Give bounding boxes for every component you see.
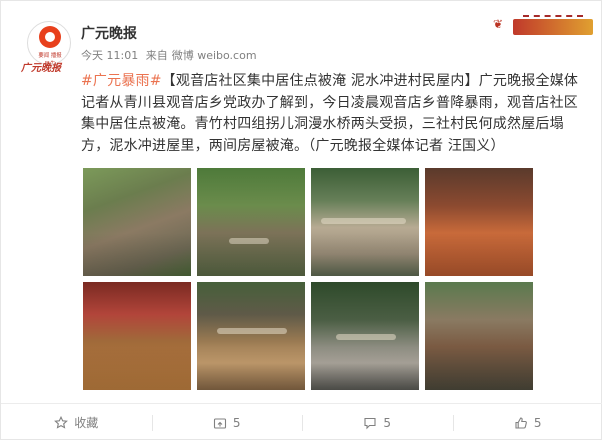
comment-button[interactable]: 5 xyxy=(302,404,453,440)
avatar-brand-script: 广元晚报 xyxy=(21,63,61,74)
photo-thumbnail[interactable] xyxy=(425,282,533,390)
favorite-label: 收藏 xyxy=(74,416,99,430)
banner-bar xyxy=(513,19,593,35)
great-wall-banner: ❦ xyxy=(479,7,597,41)
photo-thumbnail[interactable] xyxy=(311,282,419,390)
source-prefix: 来自 xyxy=(145,49,168,62)
comment-count: 5 xyxy=(383,415,392,430)
post-text: #广元暴雨#【观音店社区集中居住点被淹 泥水冲进村民屋内】广元晚报全媒体记者从青… xyxy=(81,71,586,157)
photo-thumbnail[interactable] xyxy=(197,282,305,390)
repost-count: 5 xyxy=(232,415,241,430)
photo-thumbnail[interactable] xyxy=(83,168,191,276)
star-icon xyxy=(54,415,69,430)
photo-thumbnail[interactable] xyxy=(311,168,419,276)
action-bar: 收藏 5 5 5 xyxy=(1,404,602,440)
bird-icon: ❦ xyxy=(493,17,504,31)
thumbs-up-icon xyxy=(514,416,528,430)
post-source[interactable]: 微博 weibo.com xyxy=(172,49,257,62)
repost-button[interactable]: 5 xyxy=(151,404,303,440)
wall-decoration xyxy=(523,15,583,21)
newspaper-logo-icon xyxy=(39,26,61,48)
favorite-button[interactable]: 收藏 xyxy=(1,404,152,440)
comment-icon xyxy=(363,416,377,430)
post-time[interactable]: 今天 11:01 xyxy=(81,49,138,62)
weibo-post-card: 要闻 播报 民生 广元晚报 广元晚报 今天 11:01 来自 微博 weibo.c… xyxy=(0,0,602,440)
photo-thumbnail[interactable] xyxy=(83,282,191,390)
like-count: 5 xyxy=(533,415,542,430)
like-button[interactable]: 5 xyxy=(452,404,602,440)
repost-icon xyxy=(213,416,227,430)
photo-thumbnail[interactable] xyxy=(425,168,533,276)
author-name[interactable]: 广元晚报 xyxy=(81,23,137,43)
post-meta: 今天 11:01 来自 微博 weibo.com xyxy=(81,47,261,63)
topic-link[interactable]: #广元暴雨# xyxy=(81,73,162,89)
photo-thumbnail[interactable] xyxy=(197,168,305,276)
